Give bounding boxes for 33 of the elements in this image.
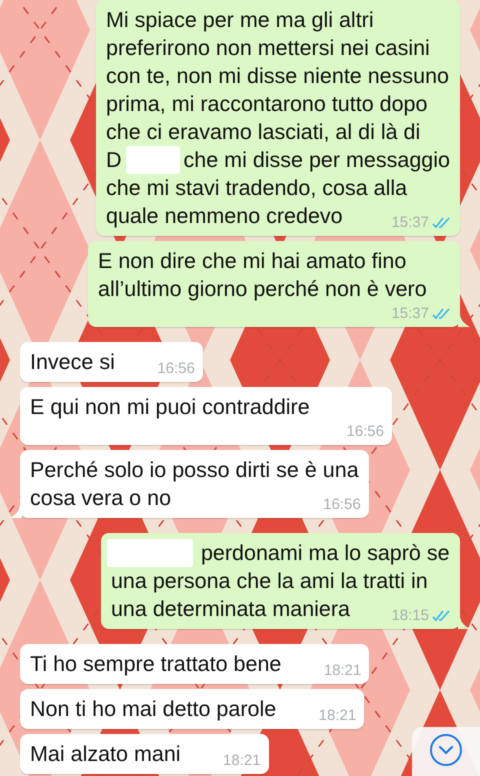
message-time: 16:56	[157, 360, 195, 377]
chevron-down-icon	[429, 733, 463, 767]
message-text: preferirono non mettersi nei casini	[106, 35, 430, 62]
redaction-bar	[126, 146, 180, 174]
message-time: 16:56	[346, 423, 384, 440]
message-text: Invece si	[30, 350, 115, 374]
message-time: 18:21	[223, 752, 261, 769]
message-text: quale nemmeno credevo	[106, 204, 343, 228]
message-text: cosa vera o no	[30, 486, 172, 510]
message-text: D	[106, 147, 122, 174]
message-text: Perché solo io posso dirti se è una	[30, 457, 359, 484]
message-text: che mi disse per messaggio	[184, 147, 450, 174]
message-text: una determinata maniera	[110, 597, 350, 621]
message-text: all’ultimo giorno perché non è vero	[98, 277, 427, 301]
message-text: che ci eravamo lasciati, al di là di	[106, 119, 420, 146]
message-time: 18:15	[391, 607, 429, 624]
message-time: 18:21	[318, 707, 356, 724]
message-text: E qui non mi puoi contraddire	[30, 395, 310, 419]
message-time: 16:56	[323, 496, 361, 513]
message-text: perdonami ma lo saprò se	[200, 540, 450, 567]
message-text: Mi spiace per me ma gli altri	[106, 7, 374, 34]
message-text: prima, mi raccontarono tutto dopo	[106, 91, 428, 118]
message-text: Mai alzato mani	[30, 742, 181, 766]
scroll-down-button[interactable]	[412, 727, 480, 776]
message-text: E non dire che mi hai amato fino	[98, 248, 406, 275]
message-time: 15:37	[391, 214, 429, 231]
message-time: 15:37	[391, 305, 429, 322]
message-text: Ti ho sempre trattato bene	[30, 652, 282, 676]
message-text: Non ti ho mai detto parole	[30, 697, 276, 721]
message-text: una persona che la ami la tratti in	[110, 568, 428, 595]
message-text: che mi stavi tradendo, cosa alla	[106, 175, 408, 202]
message-time: 18:21	[324, 662, 362, 679]
message-text: con te, non mi disse niente nessuno	[106, 63, 450, 90]
